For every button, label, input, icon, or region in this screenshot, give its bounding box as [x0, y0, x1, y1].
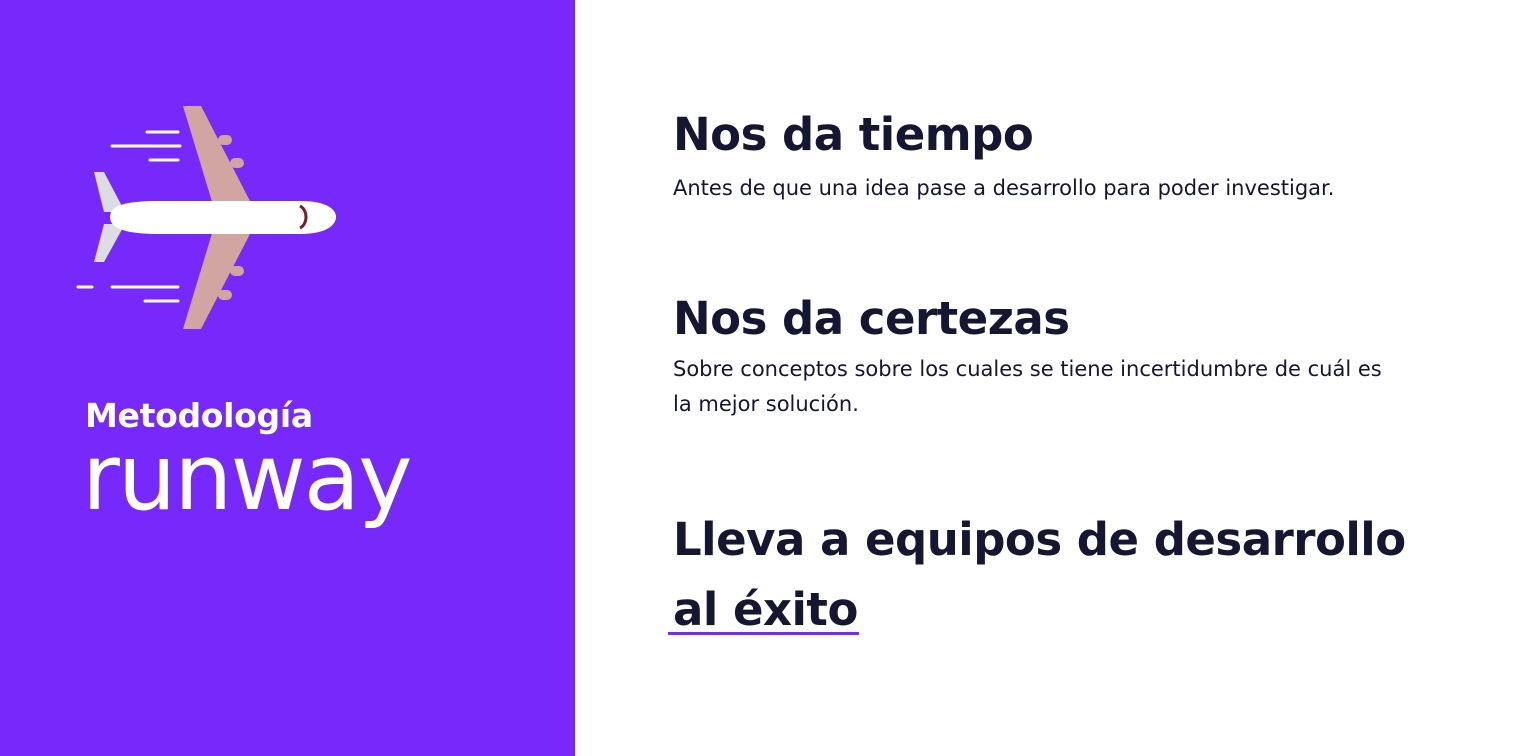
left-panel: Metodología runway: [0, 0, 575, 756]
section-description: Sobre conceptos sobre los cuales se tien…: [673, 357, 1382, 416]
section-title: Nos da tiempo: [673, 108, 1034, 161]
section-title: Lleva a equipos de desarrollo al éxito: [673, 513, 1406, 636]
section-title: Nos da certezas: [673, 292, 1070, 345]
airplane-icon: [76, 106, 336, 329]
section-description: Antes de que una idea pase a desarrollo …: [673, 176, 1335, 200]
accent-underline: [668, 632, 859, 635]
brand-title: runway: [82, 424, 413, 531]
